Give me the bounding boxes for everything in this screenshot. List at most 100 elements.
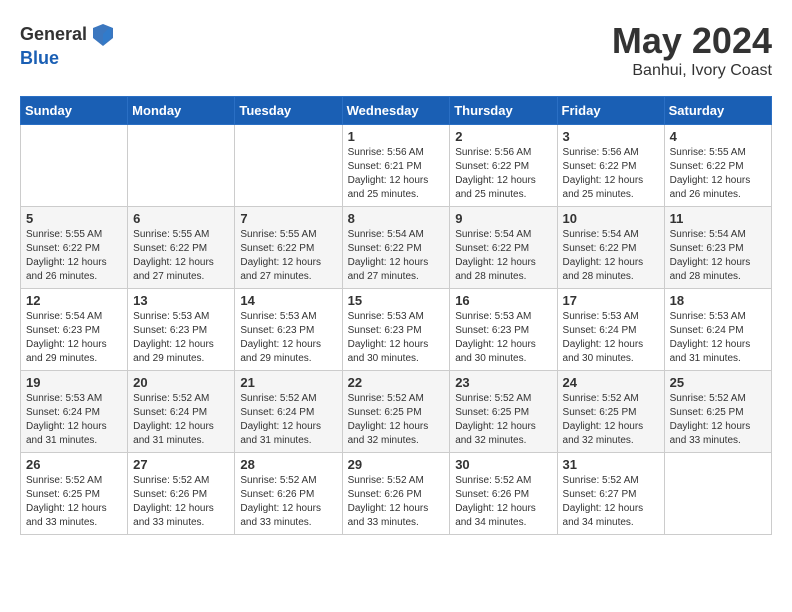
weekday-header-monday: Monday: [128, 97, 235, 125]
day-number: 14: [240, 293, 336, 308]
day-info: Sunrise: 5:54 AM Sunset: 6:22 PM Dayligh…: [455, 228, 551, 284]
weekday-header-thursday: Thursday: [450, 97, 557, 125]
day-info: Sunrise: 5:54 AM Sunset: 6:23 PM Dayligh…: [670, 228, 766, 284]
day-info: Sunrise: 5:56 AM Sunset: 6:22 PM Dayligh…: [563, 146, 659, 202]
calendar-title-area: May 2024 Banhui, Ivory Coast: [612, 20, 772, 80]
day-number: 1: [348, 129, 445, 144]
day-number: 22: [348, 375, 445, 390]
weekday-header-row: SundayMondayTuesdayWednesdayThursdayFrid…: [21, 97, 772, 125]
calendar-cell: 25Sunrise: 5:52 AM Sunset: 6:25 PM Dayli…: [664, 371, 771, 453]
calendar-cell: [21, 125, 128, 207]
day-info: Sunrise: 5:52 AM Sunset: 6:27 PM Dayligh…: [563, 474, 659, 530]
day-info: Sunrise: 5:52 AM Sunset: 6:24 PM Dayligh…: [240, 392, 336, 448]
calendar-cell: 30 Sunrise: 5:52 AM Sunset: 6:26 PM Dayli…: [450, 453, 557, 535]
day-info: Sunrise: 5:53 AM Sunset: 6:23 PM Dayligh…: [455, 310, 551, 366]
day-number: 19: [26, 375, 122, 390]
calendar-cell: 13Sunrise: 5:53 AM Sunset: 6:23 PM Dayli…: [128, 289, 235, 371]
day-info: Sunrise: 5:53 AM Sunset: 6:23 PM Dayligh…: [240, 310, 336, 366]
day-info: Sunrise: 5:55 AM Sunset: 6:22 PM Dayligh…: [133, 228, 229, 284]
day-info: Sunrise: 5:53 AM Sunset: 6:23 PM Dayligh…: [133, 310, 229, 366]
calendar-week-row: 1 Sunrise: 5:56 AM Sunset: 6:21 PM Daylig…: [21, 125, 772, 207]
calendar-week-row: 26Sunrise: 5:52 AM Sunset: 6:25 PM Dayli…: [21, 453, 772, 535]
day-info: Sunrise: 5:52 AM Sunset: 6:26 PM Dayligh…: [133, 474, 229, 530]
day-number: 23: [455, 375, 551, 390]
day-info: Sunrise: 5:55 AM Sunset: 6:22 PM Dayligh…: [240, 228, 336, 284]
calendar-cell: 7 Sunrise: 5:55 AM Sunset: 6:22 PM Daylig…: [235, 207, 342, 289]
day-number: 9: [455, 211, 551, 226]
calendar-cell: [128, 125, 235, 207]
calendar-cell: [664, 453, 771, 535]
weekday-header-tuesday: Tuesday: [235, 97, 342, 125]
weekday-header-sunday: Sunday: [21, 97, 128, 125]
day-info: Sunrise: 5:52 AM Sunset: 6:25 PM Dayligh…: [348, 392, 445, 448]
day-info: Sunrise: 5:53 AM Sunset: 6:24 PM Dayligh…: [563, 310, 659, 366]
day-info: Sunrise: 5:53 AM Sunset: 6:24 PM Dayligh…: [670, 310, 766, 366]
day-number: 2: [455, 129, 551, 144]
calendar-cell: 10Sunrise: 5:54 AM Sunset: 6:22 PM Dayli…: [557, 207, 664, 289]
day-info: Sunrise: 5:52 AM Sunset: 6:25 PM Dayligh…: [26, 474, 122, 530]
calendar-cell: 11 Sunrise: 5:54 AM Sunset: 6:23 PM Dayli…: [664, 207, 771, 289]
weekday-header-saturday: Saturday: [664, 97, 771, 125]
page-header: General Blue May 2024 Banhui, Ivory Coas…: [20, 20, 772, 80]
weekday-header-wednesday: Wednesday: [342, 97, 450, 125]
day-number: 11: [670, 211, 766, 226]
day-info: Sunrise: 5:56 AM Sunset: 6:22 PM Dayligh…: [455, 146, 551, 202]
calendar-cell: 17 Sunrise: 5:53 AM Sunset: 6:24 PM Dayli…: [557, 289, 664, 371]
calendar-cell: 8Sunrise: 5:54 AM Sunset: 6:22 PM Daylig…: [342, 207, 450, 289]
calendar-cell: 26Sunrise: 5:52 AM Sunset: 6:25 PM Dayli…: [21, 453, 128, 535]
day-info: Sunrise: 5:52 AM Sunset: 6:24 PM Dayligh…: [133, 392, 229, 448]
calendar-cell: 5 Sunrise: 5:55 AM Sunset: 6:22 PM Daylig…: [21, 207, 128, 289]
day-number: 7: [240, 211, 336, 226]
day-number: 29: [348, 457, 445, 472]
day-info: Sunrise: 5:52 AM Sunset: 6:26 PM Dayligh…: [240, 474, 336, 530]
calendar-cell: 4Sunrise: 5:55 AM Sunset: 6:22 PM Daylig…: [664, 125, 771, 207]
month-year-title: May 2024: [612, 20, 772, 62]
calendar-cell: 2 Sunrise: 5:56 AM Sunset: 6:22 PM Daylig…: [450, 125, 557, 207]
day-number: 10: [563, 211, 659, 226]
calendar-cell: 12Sunrise: 5:54 AM Sunset: 6:23 PM Dayli…: [21, 289, 128, 371]
day-info: Sunrise: 5:52 AM Sunset: 6:25 PM Dayligh…: [455, 392, 551, 448]
calendar-cell: 18 Sunrise: 5:53 AM Sunset: 6:24 PM Dayli…: [664, 289, 771, 371]
location-subtitle: Banhui, Ivory Coast: [612, 62, 772, 80]
calendar-cell: 31 Sunrise: 5:52 AM Sunset: 6:27 PM Dayli…: [557, 453, 664, 535]
day-info: Sunrise: 5:56 AM Sunset: 6:21 PM Dayligh…: [348, 146, 445, 202]
logo: General Blue: [20, 20, 117, 69]
day-number: 17: [563, 293, 659, 308]
calendar-cell: 27Sunrise: 5:52 AM Sunset: 6:26 PM Dayli…: [128, 453, 235, 535]
calendar-cell: 23 Sunrise: 5:52 AM Sunset: 6:25 PM Dayli…: [450, 371, 557, 453]
day-info: Sunrise: 5:53 AM Sunset: 6:23 PM Dayligh…: [348, 310, 445, 366]
day-number: 3: [563, 129, 659, 144]
calendar-week-row: 12Sunrise: 5:54 AM Sunset: 6:23 PM Dayli…: [21, 289, 772, 371]
day-number: 12: [26, 293, 122, 308]
day-number: 31: [563, 457, 659, 472]
day-info: Sunrise: 5:52 AM Sunset: 6:26 PM Dayligh…: [455, 474, 551, 530]
logo-icon: [89, 20, 117, 48]
calendar-cell: 3 Sunrise: 5:56 AM Sunset: 6:22 PM Daylig…: [557, 125, 664, 207]
day-number: 8: [348, 211, 445, 226]
calendar-cell: 21 Sunrise: 5:52 AM Sunset: 6:24 PM Dayli…: [235, 371, 342, 453]
day-number: 21: [240, 375, 336, 390]
calendar-cell: 20 Sunrise: 5:52 AM Sunset: 6:24 PM Dayli…: [128, 371, 235, 453]
calendar-cell: 6Sunrise: 5:55 AM Sunset: 6:22 PM Daylig…: [128, 207, 235, 289]
weekday-header-friday: Friday: [557, 97, 664, 125]
calendar-table: SundayMondayTuesdayWednesdayThursdayFrid…: [20, 96, 772, 535]
calendar-cell: 9 Sunrise: 5:54 AM Sunset: 6:22 PM Daylig…: [450, 207, 557, 289]
calendar-cell: 29Sunrise: 5:52 AM Sunset: 6:26 PM Dayli…: [342, 453, 450, 535]
day-number: 5: [26, 211, 122, 226]
calendar-week-row: 19 Sunrise: 5:53 AM Sunset: 6:24 PM Dayli…: [21, 371, 772, 453]
calendar-cell: [235, 125, 342, 207]
day-number: 20: [133, 375, 229, 390]
calendar-cell: 15 Sunrise: 5:53 AM Sunset: 6:23 PM Dayli…: [342, 289, 450, 371]
day-number: 30: [455, 457, 551, 472]
logo-blue-text: Blue: [20, 48, 59, 69]
calendar-cell: 19 Sunrise: 5:53 AM Sunset: 6:24 PM Dayli…: [21, 371, 128, 453]
day-number: 16: [455, 293, 551, 308]
calendar-week-row: 5 Sunrise: 5:55 AM Sunset: 6:22 PM Daylig…: [21, 207, 772, 289]
day-number: 25: [670, 375, 766, 390]
day-info: Sunrise: 5:55 AM Sunset: 6:22 PM Dayligh…: [26, 228, 122, 284]
logo-general-text: General: [20, 24, 87, 45]
calendar-cell: 14 Sunrise: 5:53 AM Sunset: 6:23 PM Dayli…: [235, 289, 342, 371]
day-info: Sunrise: 5:53 AM Sunset: 6:24 PM Dayligh…: [26, 392, 122, 448]
day-number: 18: [670, 293, 766, 308]
day-number: 15: [348, 293, 445, 308]
